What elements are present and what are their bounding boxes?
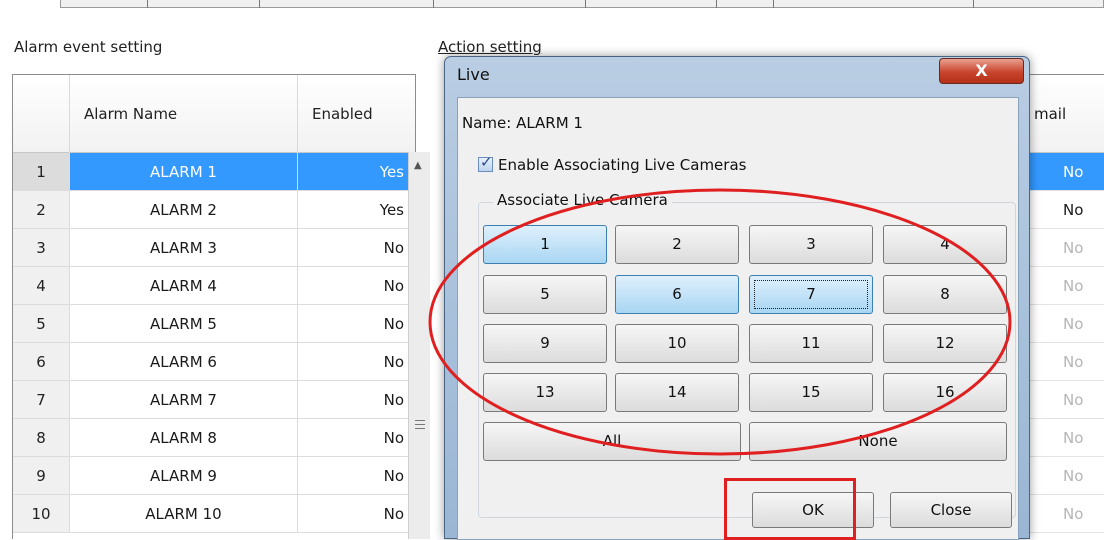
- alarm-name-header[interactable]: Alarm Name: [70, 75, 298, 153]
- alarm-name-cell[interactable]: ALARM 7: [70, 381, 298, 419]
- row-number-header: [13, 75, 70, 153]
- alarm-grid: Alarm Name Enabled 1 ALARM 1 Yes 2 ALARM…: [12, 74, 416, 539]
- table-row[interactable]: 10 ALARM 10 No: [13, 495, 415, 533]
- row-number: 10: [13, 495, 70, 533]
- alarm-event-setting-label: Alarm event setting: [14, 38, 163, 56]
- enable-associating-label: Enable Associating Live Cameras: [498, 156, 747, 174]
- row-number: 6: [13, 343, 70, 381]
- action-grid: mail No No No No No No No No No No: [1030, 74, 1104, 539]
- enabled-cell[interactable]: No: [298, 495, 415, 533]
- alarm-name-cell[interactable]: ALARM 3: [70, 229, 298, 267]
- table-row[interactable]: 4 ALARM 4 No: [13, 267, 415, 305]
- dialog-title: Live: [457, 65, 490, 84]
- email-cell[interactable]: No: [1030, 457, 1104, 495]
- close-button[interactable]: Close: [890, 492, 1012, 528]
- checkbox-checked-icon[interactable]: [478, 153, 493, 172]
- row-number: 5: [13, 305, 70, 343]
- row-number: 1: [13, 153, 70, 191]
- row-number: 7: [13, 381, 70, 419]
- alarm-name-cell[interactable]: ALARM 5: [70, 305, 298, 343]
- alarm-name-cell[interactable]: ALARM 9: [70, 457, 298, 495]
- email-cell[interactable]: No: [1030, 419, 1104, 457]
- enable-associating-checkbox[interactable]: Enable Associating Live Cameras: [478, 153, 747, 174]
- row-number: 4: [13, 267, 70, 305]
- email-cell[interactable]: No: [1030, 191, 1104, 229]
- email-cell[interactable]: No: [1030, 305, 1104, 343]
- annotation-rectangle: [724, 478, 856, 540]
- alarm-name-cell[interactable]: ALARM 1: [70, 153, 298, 191]
- enabled-cell[interactable]: No: [298, 229, 415, 267]
- email-cell[interactable]: No: [1030, 343, 1104, 381]
- email-cell[interactable]: No: [1030, 267, 1104, 305]
- row-number: 3: [13, 229, 70, 267]
- enabled-cell[interactable]: No: [298, 381, 415, 419]
- enabled-cell[interactable]: No: [298, 305, 415, 343]
- alarm-name-label: Name: ALARM 1: [462, 114, 583, 132]
- email-header[interactable]: mail: [1030, 75, 1104, 153]
- action-setting-label: Action setting: [438, 38, 542, 56]
- email-cell[interactable]: No: [1030, 229, 1104, 267]
- enabled-cell[interactable]: No: [298, 419, 415, 457]
- alarm-name-cell[interactable]: ALARM 6: [70, 343, 298, 381]
- annotation-ellipse: [428, 188, 1012, 456]
- table-row[interactable]: 7 ALARM 7 No: [13, 381, 415, 419]
- close-icon[interactable]: X: [939, 58, 1024, 84]
- row-number: 8: [13, 419, 70, 457]
- scroll-up-icon[interactable]: ▲: [414, 160, 422, 171]
- row-number: 9: [13, 457, 70, 495]
- enabled-cell[interactable]: No: [298, 457, 415, 495]
- table-row[interactable]: 9 ALARM 9 No: [13, 457, 415, 495]
- email-cell[interactable]: No: [1030, 153, 1104, 191]
- table-row[interactable]: 6 ALARM 6 No: [13, 343, 415, 381]
- table-row[interactable]: 5 ALARM 5 No: [13, 305, 415, 343]
- email-cell[interactable]: No: [1030, 495, 1104, 533]
- alarm-name-cell[interactable]: ALARM 10: [70, 495, 298, 533]
- table-row[interactable]: 1 ALARM 1 Yes: [13, 153, 415, 191]
- email-cell[interactable]: No: [1030, 381, 1104, 419]
- enabled-header[interactable]: Enabled: [298, 75, 415, 153]
- enabled-cell[interactable]: No: [298, 267, 415, 305]
- table-row[interactable]: 8 ALARM 8 No: [13, 419, 415, 457]
- alarm-name-cell[interactable]: ALARM 8: [70, 419, 298, 457]
- top-grid-strip: [60, 0, 1104, 8]
- enabled-cell[interactable]: No: [298, 343, 415, 381]
- row-number: 2: [13, 191, 70, 229]
- alarm-name-cell[interactable]: ALARM 2: [70, 191, 298, 229]
- alarm-grid-header: Alarm Name Enabled: [13, 75, 415, 153]
- alarm-name-cell[interactable]: ALARM 4: [70, 267, 298, 305]
- enabled-cell[interactable]: Yes: [298, 153, 415, 191]
- enabled-cell[interactable]: Yes: [298, 191, 415, 229]
- table-row[interactable]: 3 ALARM 3 No: [13, 229, 415, 267]
- table-row[interactable]: 2 ALARM 2 Yes: [13, 191, 415, 229]
